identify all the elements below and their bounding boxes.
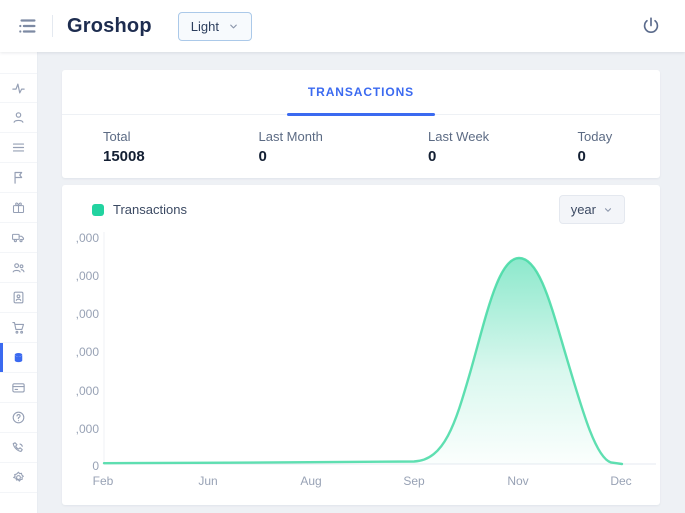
sidebar-item-credit-card[interactable] bbox=[0, 373, 37, 403]
stat-value: 0 bbox=[577, 147, 586, 165]
y-tick-label: ,000 bbox=[76, 307, 100, 321]
theme-selector[interactable]: Light bbox=[177, 11, 252, 41]
stat-label: Total bbox=[103, 128, 131, 144]
x-tick-label: Jun bbox=[198, 474, 217, 488]
sidebar-item-activity[interactable] bbox=[0, 73, 37, 103]
stat-value: 0 bbox=[258, 147, 267, 165]
flag-icon bbox=[14, 171, 23, 184]
legend-label: Transactions bbox=[113, 202, 187, 217]
range-selector[interactable]: year bbox=[558, 195, 625, 224]
sidebar-item-cart[interactable] bbox=[0, 313, 37, 343]
legend-swatch bbox=[92, 203, 104, 216]
y-tick-label: 0 bbox=[92, 459, 99, 473]
tab-transactions[interactable]: TRANSACTIONS bbox=[286, 70, 436, 116]
sidebar-item-transactions[interactable] bbox=[0, 343, 37, 373]
topbar: Groshop Light bbox=[0, 0, 685, 52]
transactions-area-chart: ,000 ,000 ,000 ,000 ,000 ,000 0 Feb Jun … bbox=[76, 231, 656, 488]
y-tick-label: ,000 bbox=[76, 231, 100, 245]
menu-button[interactable] bbox=[14, 12, 42, 40]
app-window: Groshop Light TRANSACTIONS Total 15008 L… bbox=[0, 0, 685, 513]
app-title: Groshop bbox=[67, 14, 152, 37]
stat-today: Today 0 bbox=[511, 129, 661, 165]
sidebar bbox=[0, 52, 38, 513]
user-icon bbox=[13, 112, 24, 123]
chart-card: Transactions year ,000 ,000 ,000 ,000 ,0… bbox=[62, 185, 660, 505]
chevron-down-icon bbox=[603, 205, 613, 215]
sidebar-item-help[interactable] bbox=[0, 403, 37, 433]
body-row: TRANSACTIONS Total 15008 Last Month 0 La… bbox=[0, 52, 685, 513]
activity-icon bbox=[12, 83, 25, 93]
stat-value: 0 bbox=[428, 147, 437, 165]
y-tick-label: ,000 bbox=[76, 422, 100, 436]
help-icon bbox=[12, 411, 25, 424]
x-tick-label: Sep bbox=[403, 474, 425, 488]
tab-bar: TRANSACTIONS bbox=[62, 70, 660, 116]
stat-label: Last Week bbox=[428, 128, 490, 144]
sidebar-item-flag[interactable] bbox=[0, 163, 37, 193]
legend-item-transactions[interactable]: Transactions bbox=[92, 202, 187, 217]
tab-active-underline bbox=[286, 113, 435, 116]
sidebar-item-users[interactable] bbox=[0, 253, 37, 283]
main-content: TRANSACTIONS Total 15008 Last Month 0 La… bbox=[38, 52, 685, 513]
stat-value: 15008 bbox=[103, 147, 145, 165]
y-tick-label: ,000 bbox=[76, 384, 100, 398]
coins-icon bbox=[14, 352, 23, 363]
id-badge-icon bbox=[13, 291, 24, 304]
tab-label: TRANSACTIONS bbox=[307, 85, 415, 99]
stat-last-week: Last Week 0 bbox=[361, 129, 511, 165]
gift-icon bbox=[12, 202, 25, 214]
stats-card: TRANSACTIONS Total 15008 Last Month 0 La… bbox=[62, 70, 660, 178]
phone-icon bbox=[12, 442, 23, 452]
sidebar-item-truck[interactable] bbox=[0, 223, 37, 253]
sidebar-item-id-badge[interactable] bbox=[0, 283, 37, 313]
sidebar-item-user[interactable] bbox=[0, 103, 37, 133]
theme-selector-value: Light bbox=[190, 18, 219, 34]
y-tick-label: ,000 bbox=[76, 269, 100, 283]
y-tick-label: ,000 bbox=[76, 345, 100, 359]
truck-icon bbox=[12, 233, 25, 243]
x-tick-label: Aug bbox=[300, 474, 321, 488]
chevron-down-icon bbox=[228, 21, 239, 32]
power-button[interactable] bbox=[637, 12, 665, 40]
x-tick-label: Dec bbox=[610, 474, 631, 488]
range-selector-value: year bbox=[570, 202, 596, 217]
menu-icon bbox=[19, 19, 36, 33]
sidebar-item-list[interactable] bbox=[0, 133, 37, 163]
list-icon bbox=[12, 143, 25, 152]
stat-last-month: Last Month 0 bbox=[212, 129, 362, 165]
x-tick-label: Nov bbox=[507, 474, 528, 488]
sidebar-item-gift[interactable] bbox=[0, 193, 37, 223]
sidebar-item-settings[interactable] bbox=[0, 463, 37, 493]
stats-row: Total 15008 Last Month 0 Last Week 0 Tod… bbox=[62, 115, 660, 178]
stat-label: Today bbox=[577, 128, 613, 144]
x-tick-label: Feb bbox=[93, 474, 114, 488]
topbar-divider bbox=[52, 15, 53, 37]
power-icon bbox=[643, 17, 659, 33]
users-icon bbox=[12, 263, 25, 273]
credit-card-icon bbox=[12, 383, 25, 393]
cart-icon bbox=[12, 321, 25, 334]
gear-icon bbox=[13, 471, 24, 482]
chart-header: Transactions year bbox=[62, 185, 660, 228]
stat-total: Total 15008 bbox=[62, 129, 212, 165]
sidebar-item-phone[interactable] bbox=[0, 433, 37, 463]
stat-label: Last Month bbox=[258, 128, 323, 144]
